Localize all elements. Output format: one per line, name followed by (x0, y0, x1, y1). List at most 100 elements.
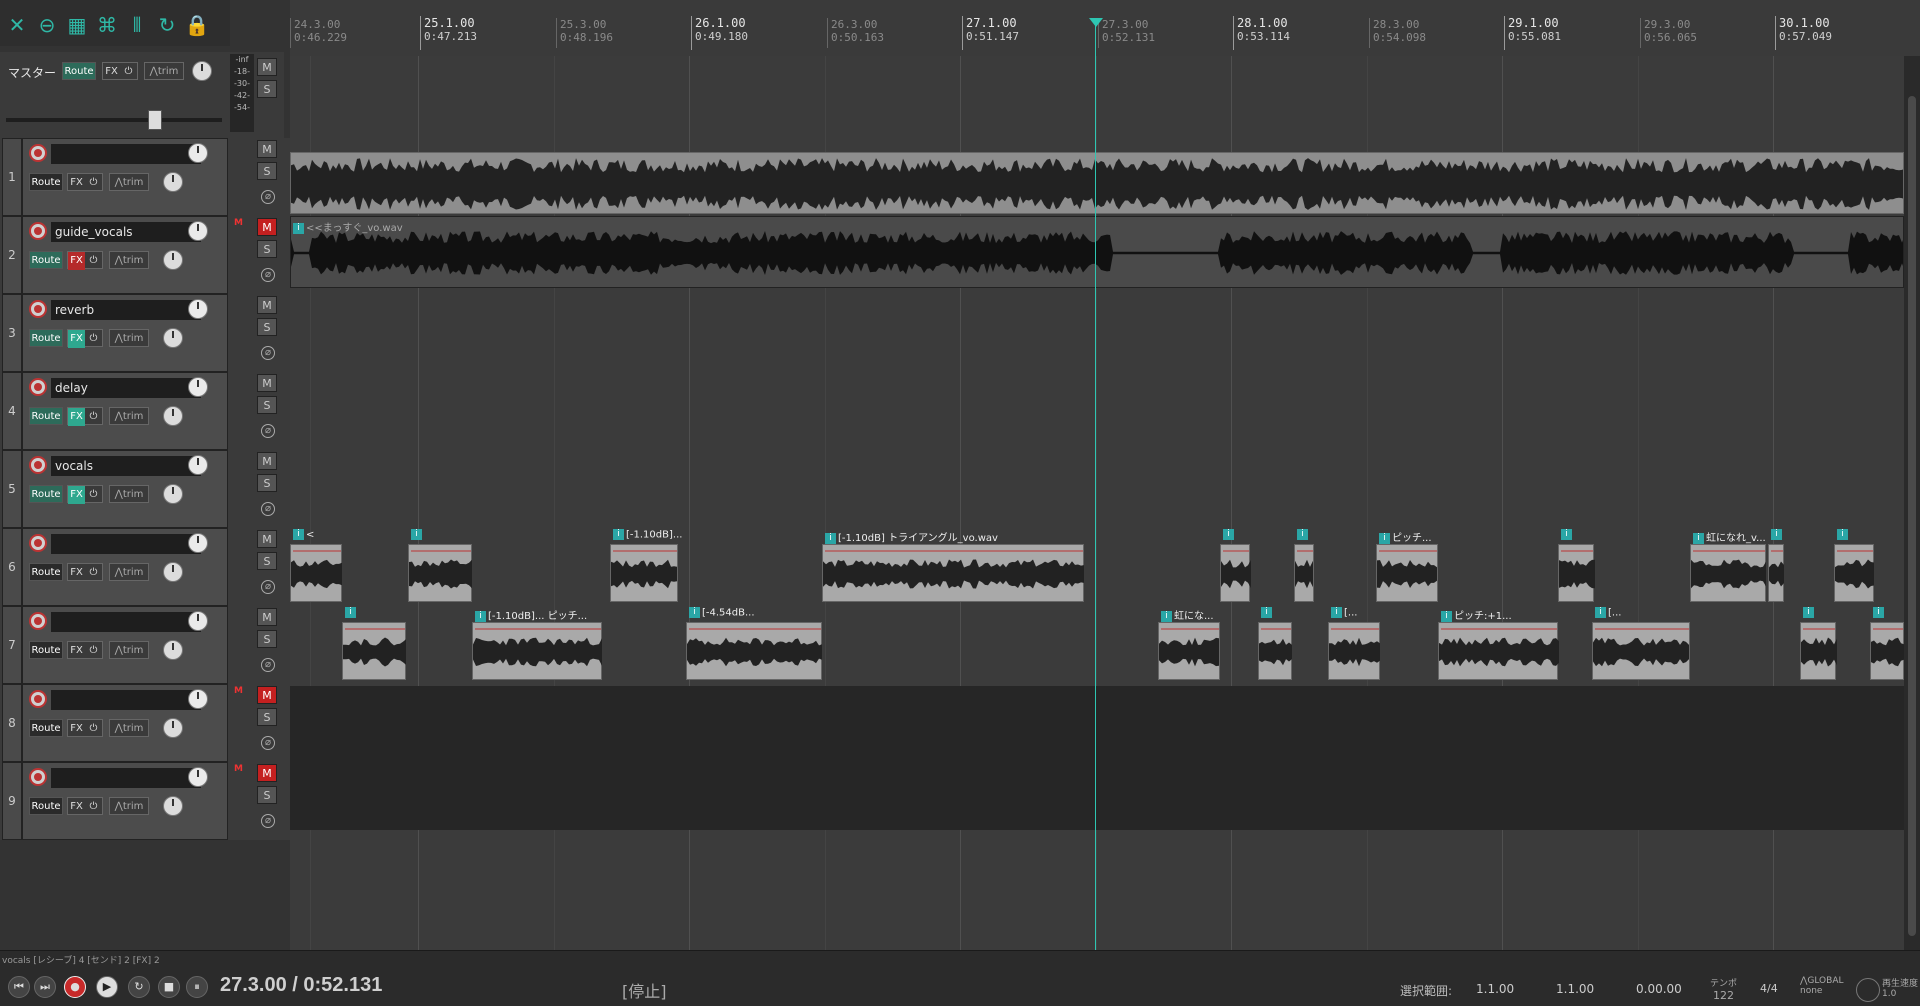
metronome-icon[interactable]: ⦀ (124, 12, 150, 38)
pan-knob[interactable] (163, 484, 183, 504)
selection-end[interactable]: 1.1.00 (1556, 982, 1594, 996)
loop-icon[interactable]: ↻ (154, 12, 180, 38)
pan-knob[interactable] (163, 172, 183, 192)
master-solo-button[interactable]: S (257, 80, 277, 98)
route-button[interactable]: Route (29, 173, 63, 191)
route-button[interactable]: Route (29, 797, 63, 815)
media-item[interactable]: i (1220, 529, 1251, 602)
repeat-button[interactable]: ↻ (128, 976, 150, 998)
record-arm-button[interactable] (29, 378, 47, 396)
media-item[interactable]: i (342, 607, 406, 680)
volume-knob[interactable] (188, 689, 208, 709)
edit-cursor[interactable] (1095, 18, 1096, 952)
mute-button[interactable]: M (257, 530, 277, 548)
volume-knob[interactable] (188, 377, 208, 397)
phase-icon[interactable]: ⌀ (261, 346, 275, 360)
selection-length[interactable]: 0.00.00 (1636, 982, 1682, 996)
track-name-field[interactable] (51, 144, 201, 164)
trim-button[interactable]: ⋀trim (109, 641, 149, 659)
track-panel[interactable]: Route FX ⏻ ⋀trim (22, 684, 228, 762)
fx-button[interactable]: FX ⏻ (67, 719, 103, 737)
volume-knob[interactable] (188, 299, 208, 319)
route-button[interactable]: Route (29, 719, 63, 737)
fx-button[interactable]: FX ⏻ (67, 563, 103, 581)
track-name-field[interactable] (51, 768, 201, 788)
media-item[interactable]: i (1800, 607, 1837, 680)
track-7[interactable]: 7 Route FX ⏻ ⋀trim M S ⌀ (0, 606, 284, 684)
media-item[interactable]: i [-1.10dB]... (610, 529, 682, 602)
media-item[interactable]: i 虹にな... (1158, 610, 1220, 680)
track-number[interactable]: 5 (2, 450, 22, 528)
phase-icon[interactable]: ⌀ (261, 502, 275, 516)
lock-icon[interactable]: 🔒 (184, 12, 210, 38)
trim-button[interactable]: ⋀trim (109, 329, 149, 347)
pan-knob[interactable] (163, 328, 183, 348)
track-number[interactable]: 9 (2, 762, 22, 840)
volume-knob[interactable] (188, 221, 208, 241)
mute-button[interactable]: M (257, 296, 277, 314)
track-2[interactable]: 2 guide_vocals Route FX ⏻ ⋀trim M M S ⌀ (0, 216, 284, 294)
track-6[interactable]: 6 Route FX ⏻ ⋀trim M S ⌀ (0, 528, 284, 606)
media-item[interactable]: i [-4.54dB... (686, 607, 822, 680)
fx-button[interactable]: FX ⏻ (67, 407, 103, 426)
track-4[interactable]: 4 delay Route FX ⏻ ⋀trim M S ⌀ (0, 372, 284, 450)
track-name-field[interactable]: vocals (51, 456, 201, 476)
pan-knob[interactable] (163, 406, 183, 426)
volume-knob[interactable] (188, 455, 208, 475)
route-button[interactable]: Route (29, 563, 63, 581)
solo-button[interactable]: S (257, 630, 277, 648)
trim-button[interactable]: ⋀trim (109, 563, 149, 581)
pan-knob[interactable] (163, 562, 183, 582)
pan-knob[interactable] (163, 250, 183, 270)
master-route-button[interactable]: Route (62, 62, 96, 80)
media-item[interactable]: i 虹になれ_v... (1690, 532, 1766, 602)
track-number[interactable]: 4 (2, 372, 22, 450)
volume-knob[interactable] (188, 143, 208, 163)
phase-icon[interactable]: ⌀ (261, 190, 275, 204)
fx-button[interactable]: FX ⏻ (67, 329, 103, 348)
solo-button[interactable]: S (257, 396, 277, 414)
track-9[interactable]: 9 Route FX ⏻ ⋀trim M M S ⌀ (0, 762, 284, 840)
envelope-link-icon[interactable]: ⌘ (94, 12, 120, 38)
master-mute-button[interactable]: M (257, 58, 277, 76)
media-item[interactable]: i (1834, 529, 1874, 602)
track-3[interactable]: 3 reverb Route FX ⏻ ⋀trim M S ⌀ (0, 294, 284, 372)
media-item[interactable]: i [... (1592, 607, 1690, 680)
track-8[interactable]: 8 Route FX ⏻ ⋀trim M M S ⌀ (0, 684, 284, 762)
track-name-field[interactable]: guide_vocals (51, 222, 201, 242)
media-item[interactable]: i (1258, 607, 1292, 680)
track1-item[interactable] (290, 152, 1904, 214)
pan-knob[interactable] (163, 796, 183, 816)
track-name-field[interactable]: reverb (51, 300, 201, 320)
phase-icon[interactable]: ⌀ (261, 736, 275, 750)
pan-knob[interactable] (163, 640, 183, 660)
go-end-button[interactable]: ⏭ (34, 976, 56, 998)
mute-button[interactable]: M (257, 764, 277, 782)
mute-button[interactable]: M (257, 140, 277, 158)
fx-button[interactable]: FX ⏻ (67, 797, 103, 815)
stop-button[interactable]: ■ (158, 976, 180, 998)
vertical-scrollbar[interactable] (1904, 56, 1920, 956)
route-button[interactable]: Route (29, 407, 63, 425)
playrate-display[interactable]: 再生速度 1.0 (1882, 976, 1918, 999)
mute-button[interactable]: M (257, 608, 277, 626)
global-automation[interactable]: ⋀GLOBAL none (1800, 976, 1844, 996)
phase-icon[interactable]: ⌀ (261, 268, 275, 282)
media-item[interactable]: i [... (1328, 607, 1380, 680)
pan-knob[interactable] (163, 718, 183, 738)
fx-button[interactable]: FX ⏻ (67, 641, 103, 659)
fx-button[interactable]: FX ⏻ (67, 251, 103, 270)
media-item[interactable]: i ピッチ... (1376, 532, 1438, 602)
cursor-flag-icon[interactable] (1089, 18, 1103, 27)
master-volume-knob[interactable] (192, 61, 212, 81)
track-name-field[interactable] (51, 612, 201, 632)
track-5[interactable]: 5 vocals Route FX ⏻ ⋀trim M S ⌀ (0, 450, 284, 528)
mute-button[interactable]: M (257, 452, 277, 470)
track-panel[interactable]: Route FX ⏻ ⋀trim (22, 138, 228, 216)
solo-button[interactable]: S (257, 240, 277, 258)
mute-button[interactable]: M (257, 218, 277, 236)
track-1[interactable]: 1 Route FX ⏻ ⋀trim M S ⌀ (0, 138, 284, 216)
solo-button[interactable]: S (257, 786, 277, 804)
track-panel[interactable]: Route FX ⏻ ⋀trim (22, 606, 228, 684)
media-item[interactable]: i (408, 529, 472, 602)
